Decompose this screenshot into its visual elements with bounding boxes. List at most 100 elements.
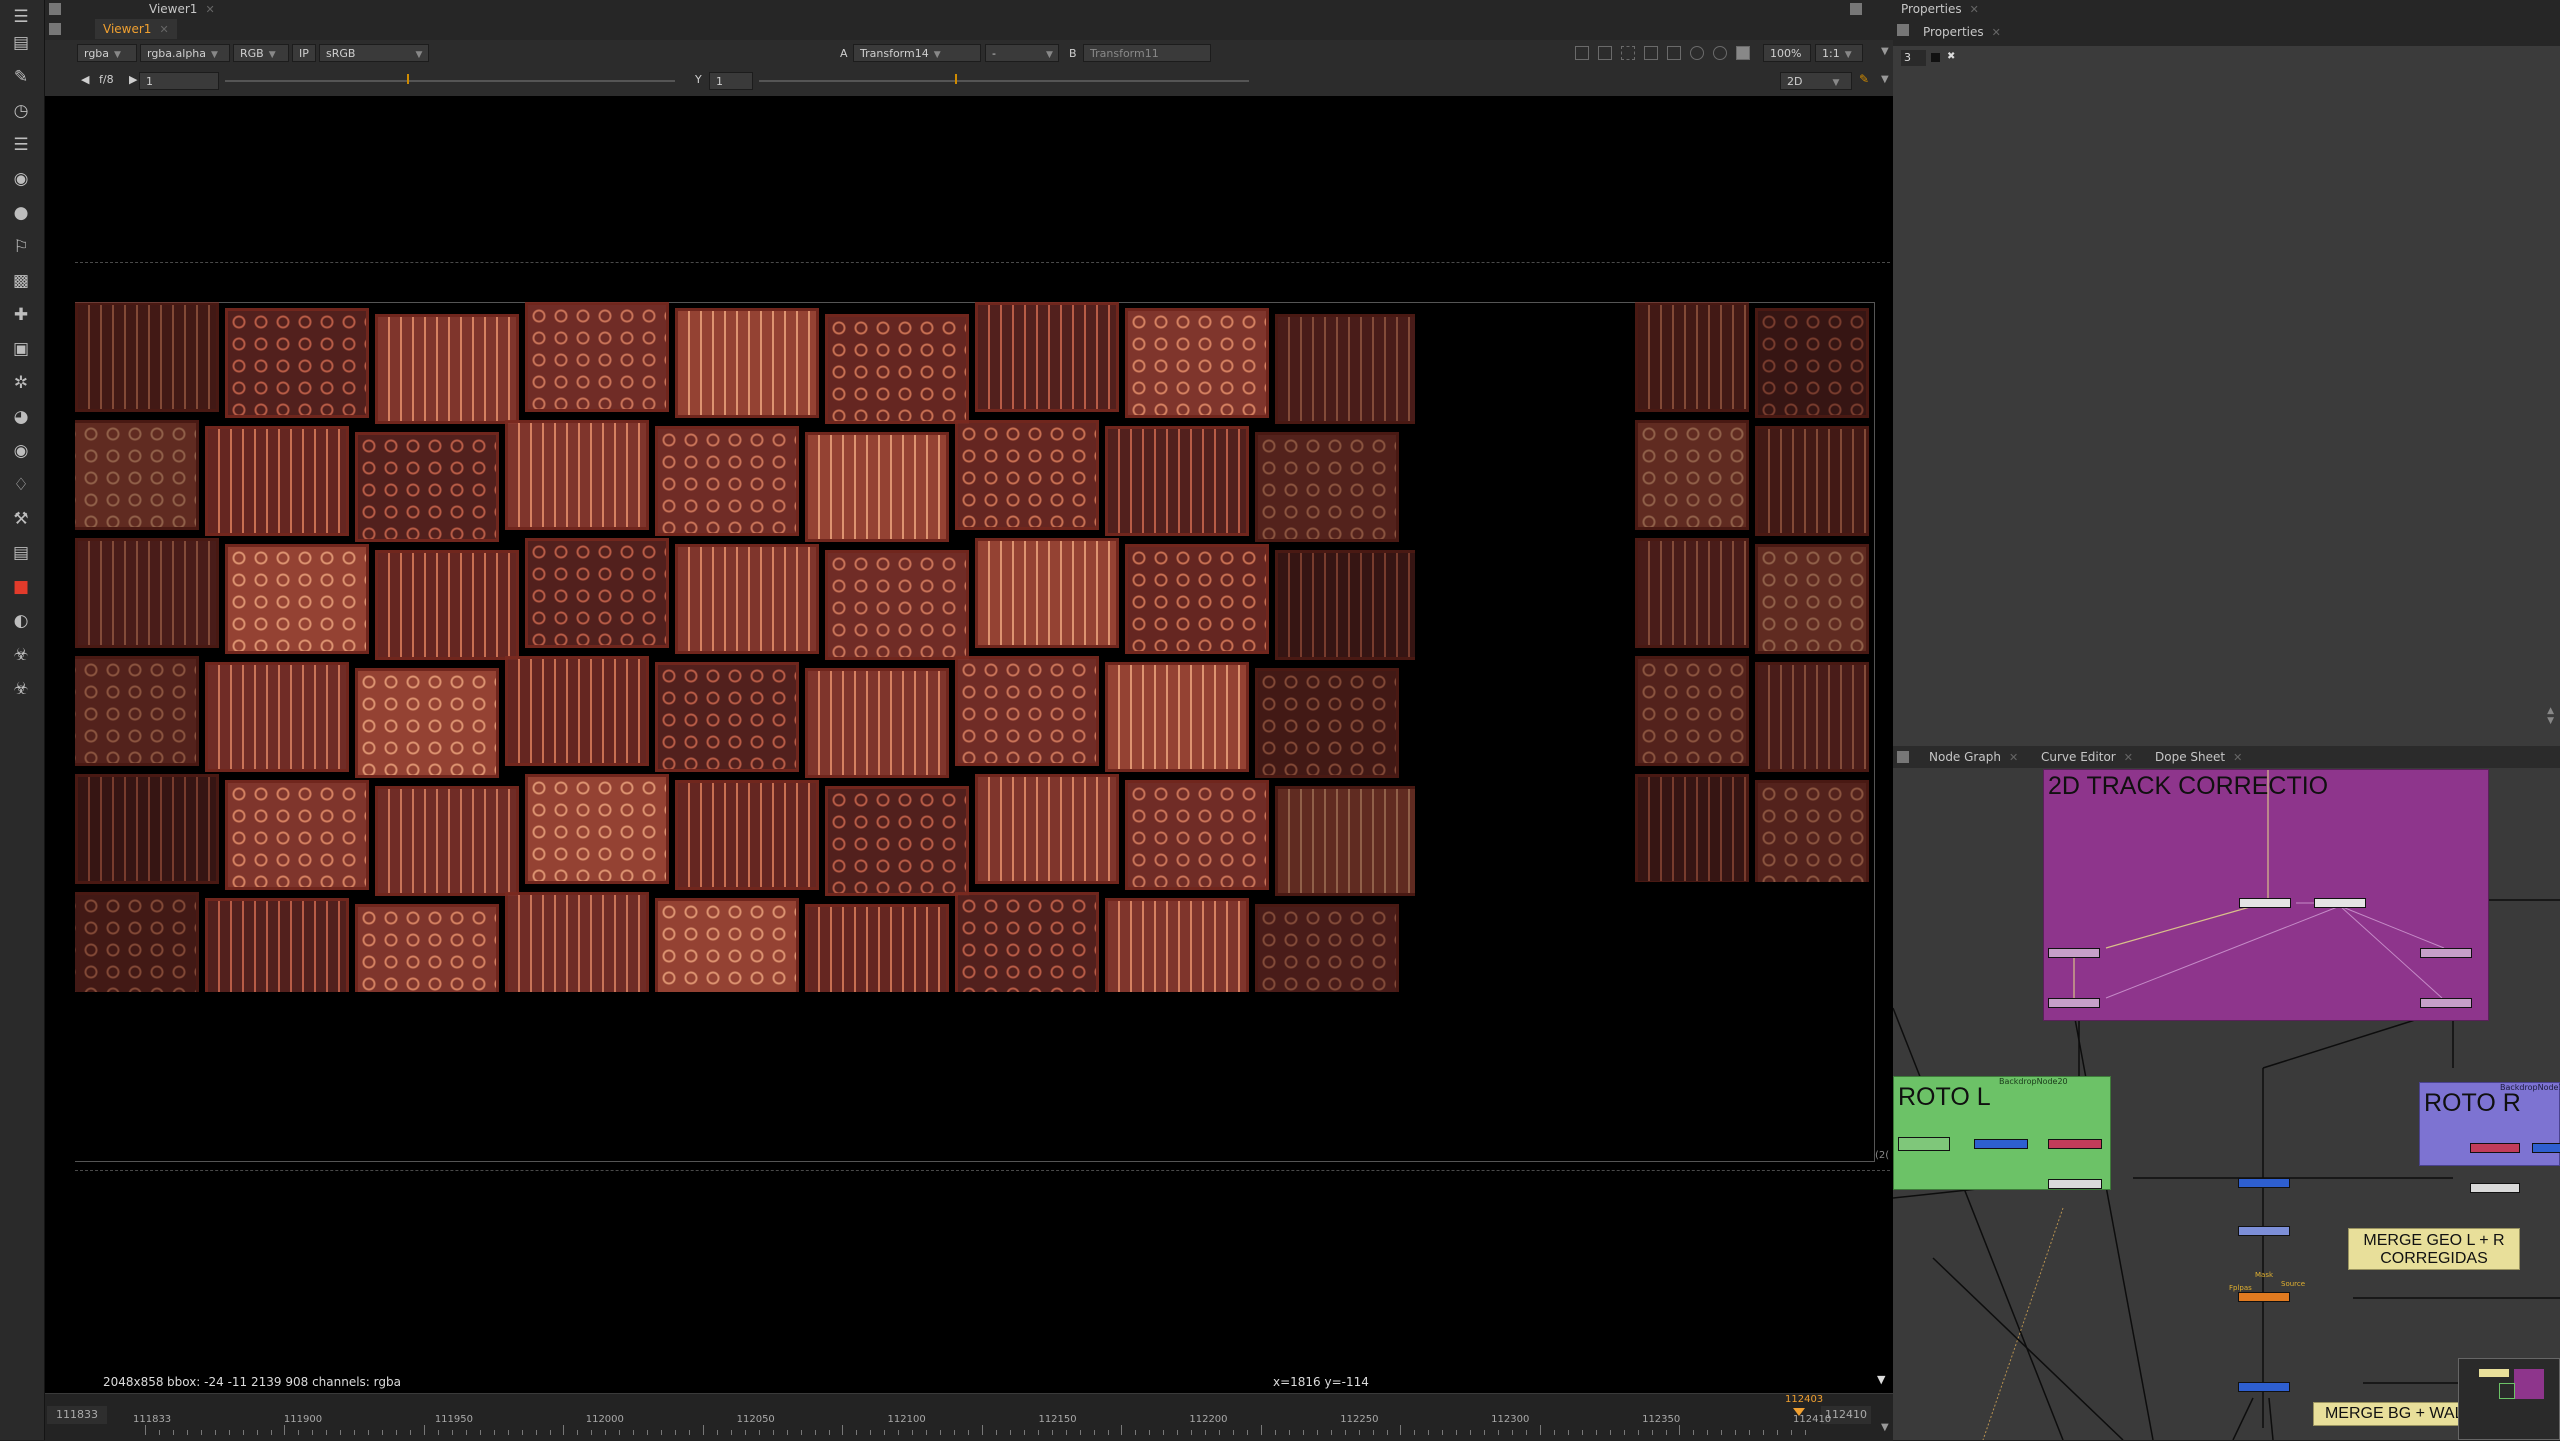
more-icon[interactable]: ▼ <box>1881 74 1889 85</box>
time-icon[interactable]: ◷ <box>9 100 33 122</box>
node-graph-navigator[interactable] <box>2458 1358 2560 1440</box>
viewer-tools-icon[interactable]: ▤ <box>9 32 33 54</box>
close-icon[interactable]: ✕ <box>205 3 214 16</box>
timeline[interactable]: 111833 112410 111833 111900 111950 112000 11… <box>45 1393 1893 1441</box>
zebra-icon[interactable] <box>1621 46 1635 60</box>
transform-node[interactable] <box>2048 998 2100 1008</box>
ip-toggle[interactable]: IP <box>292 44 316 62</box>
node-graph-canvas[interactable]: 2D TRACK CORRECTIO BackdropNode20 ROTO L <box>1893 768 2560 1440</box>
premult-node[interactable] <box>2048 1179 2102 1189</box>
safe-area-icon[interactable] <box>1598 46 1612 60</box>
timeline-start-field[interactable]: 111833 <box>47 1406 107 1424</box>
fstop-prev-icon[interactable]: ◀ <box>81 73 89 86</box>
ratio-dropdown[interactable]: 1:1 ▼ <box>1815 44 1863 62</box>
scroll-arrows-icon[interactable]: ▲ ▼ <box>2547 706 2554 726</box>
pane-menu-icon[interactable] <box>49 3 61 15</box>
clear-panels-icon[interactable]: ✖ <box>1947 51 1955 62</box>
transform-node[interactable] <box>2048 948 2100 958</box>
proxy-icon[interactable] <box>1644 46 1658 60</box>
roi-icon[interactable] <box>1575 46 1589 60</box>
merge-geo-node[interactable] <box>2238 1178 2290 1188</box>
downscale-icon[interactable] <box>1667 46 1681 60</box>
timeline-menu-icon[interactable]: ▼ <box>1881 1422 1889 1433</box>
pane-menu-icon[interactable] <box>1897 751 1909 763</box>
input-b-dropdown[interactable]: Transform11 <box>1083 44 1211 62</box>
channels-dropdown[interactable]: rgba ▼ <box>77 44 137 62</box>
deep-icon[interactable]: ◉ <box>9 440 33 462</box>
circle-icon[interactable]: ● <box>9 202 33 224</box>
lock-icon[interactable] <box>1931 53 1940 62</box>
transform-node[interactable] <box>2420 948 2472 958</box>
transform-node[interactable] <box>2420 998 2472 1008</box>
close-icon[interactable]: ✕ <box>2124 751 2133 764</box>
tab-dope-sheet[interactable]: Dope Sheet ✕ <box>2147 747 2250 767</box>
toolsets-icon[interactable]: ▤ <box>9 542 33 564</box>
refresh-icon[interactable] <box>1690 46 1704 60</box>
gamma-slider[interactable] <box>759 80 1249 82</box>
wipe-icon[interactable]: ✎ <box>1859 72 1869 86</box>
views-icon[interactable]: ♢ <box>9 474 33 496</box>
pane-menu-icon[interactable] <box>1850 3 1862 15</box>
particles-icon[interactable]: ◕ <box>9 406 33 428</box>
zoom-dropdown[interactable]: 100% <box>1763 44 1811 62</box>
shuffle-node[interactable] <box>1974 1139 2028 1149</box>
display-channel-dropdown[interactable]: RGB ▼ <box>233 44 289 62</box>
tracker-node[interactable] <box>2239 898 2291 908</box>
tab-properties-top[interactable]: Properties ✕ <box>1893 0 1987 19</box>
colorspace-dropdown[interactable]: sRGB ▼ <box>319 44 429 62</box>
gamma-slider-handle[interactable] <box>955 74 957 84</box>
merge-node[interactable] <box>2048 1139 2102 1149</box>
shuffle-node[interactable] <box>2532 1143 2560 1153</box>
sticky-merge-geo[interactable]: MERGE GEO L + R CORREGIDAS <box>2348 1228 2520 1270</box>
cara-vr-icon[interactable]: ☣ <box>9 678 33 700</box>
channel-icon[interactable]: ☰ <box>9 134 33 156</box>
tab-properties[interactable]: Properties ✕ <box>1915 22 2009 42</box>
fstop-next-icon[interactable]: ▶ <box>129 73 137 86</box>
close-icon[interactable]: ✕ <box>1970 3 1979 16</box>
compare-mode-dropdown[interactable]: - ▼ <box>985 44 1059 62</box>
paint-brush-icon[interactable]: ✎ <box>9 66 33 88</box>
keymix-node[interactable] <box>2238 1292 2290 1302</box>
pause-icon[interactable] <box>1736 46 1750 60</box>
color-icon[interactable]: ◉ <box>9 168 33 190</box>
tab-viewer-top[interactable]: Viewer1 ✕ <box>141 0 223 19</box>
furnace-icon[interactable]: ◐ <box>9 610 33 632</box>
merge-node[interactable] <box>2470 1143 2520 1153</box>
merge-bg-node[interactable] <box>2238 1382 2290 1392</box>
more-icon[interactable]: ▼ <box>1881 46 1889 57</box>
close-icon[interactable]: ✕ <box>159 23 168 36</box>
alpha-channel-dropdown[interactable]: rgba.alpha ▼ <box>140 44 230 62</box>
other-icon[interactable]: ■ <box>9 576 33 598</box>
ocula-icon[interactable]: ☣ <box>9 644 33 666</box>
status-expand-icon[interactable]: ▼ <box>1877 1373 1885 1386</box>
backdrop-roto-l[interactable]: BackdropNode20 ROTO L <box>1893 1076 2111 1190</box>
gain-slider-handle[interactable] <box>407 74 409 84</box>
tracker-node[interactable] <box>2314 898 2366 908</box>
metadata-icon[interactable]: ⚒ <box>9 508 33 530</box>
transform-icon[interactable]: ▣ <box>9 338 33 360</box>
input-a-dropdown[interactable]: Transform14 ▼ <box>853 44 981 62</box>
close-icon[interactable]: ✕ <box>2233 751 2242 764</box>
gain-slider[interactable] <box>225 80 675 82</box>
roto-node[interactable] <box>1898 1137 1950 1151</box>
close-icon[interactable]: ✕ <box>1992 26 2001 39</box>
3d-icon[interactable]: ✲ <box>9 372 33 394</box>
gain-field[interactable]: 1 <box>139 72 219 90</box>
filter-icon[interactable]: ⚐ <box>9 236 33 258</box>
color-correct-node[interactable] <box>2238 1226 2290 1236</box>
merge-icon[interactable]: ✚ <box>9 304 33 326</box>
tab-curve-editor[interactable]: Curve Editor ✕ <box>2033 747 2141 767</box>
max-panels-field[interactable]: 3 <box>1901 50 1926 66</box>
premult-node[interactable] <box>2470 1183 2520 1193</box>
gamma-field[interactable]: 1 <box>709 72 753 90</box>
playhead-icon[interactable] <box>1793 1408 1805 1416</box>
backdrop-roto-r[interactable]: BackdropNode18 ROTO R <box>2419 1082 2560 1193</box>
tab-viewer1[interactable]: Viewer1 ✕ <box>95 19 177 39</box>
menu-icon[interactable]: ☰ <box>9 6 33 28</box>
view-mode-dropdown[interactable]: 2D ▼ <box>1780 72 1852 90</box>
keyer-icon[interactable]: ▩ <box>9 270 33 292</box>
gpu-icon[interactable] <box>1713 46 1727 60</box>
tab-node-graph[interactable]: Node Graph ✕ <box>1921 747 2026 767</box>
pane-menu-icon[interactable] <box>49 23 61 35</box>
close-icon[interactable]: ✕ <box>2009 751 2018 764</box>
